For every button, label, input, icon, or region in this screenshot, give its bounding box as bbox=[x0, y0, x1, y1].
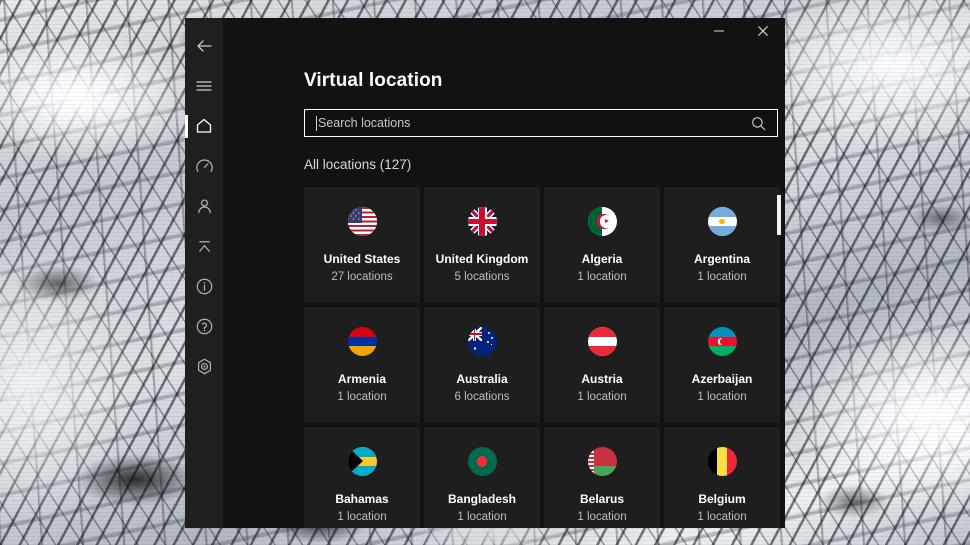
info-circle-icon bbox=[195, 277, 214, 296]
flag-icon-au bbox=[467, 327, 497, 356]
window-titlebar[interactable] bbox=[223, 18, 785, 54]
page-title: Virtual location bbox=[304, 70, 443, 91]
sidebar-item-settings[interactable] bbox=[185, 346, 223, 386]
scrollbar-thumb[interactable] bbox=[777, 195, 781, 235]
search-box[interactable] bbox=[304, 109, 778, 137]
location-tile[interactable]: Armenia 1 location bbox=[304, 307, 420, 423]
sidebar-item-split-tunneling[interactable] bbox=[185, 226, 223, 266]
flag-icon-bs bbox=[347, 447, 377, 476]
location-tile[interactable]: Belgium 1 location bbox=[664, 427, 780, 528]
location-count-label: 1 location bbox=[577, 271, 627, 283]
sidebar-item-menu[interactable] bbox=[185, 66, 223, 106]
flag-icon-us bbox=[347, 207, 377, 236]
sidebar-item-speed-test[interactable] bbox=[185, 146, 223, 186]
location-country-name: Armenia bbox=[337, 372, 387, 386]
flag-icon-am bbox=[347, 327, 377, 356]
search-icon[interactable] bbox=[751, 116, 766, 131]
flag-icon-bd bbox=[467, 447, 497, 476]
sidebar-item-account[interactable] bbox=[185, 186, 223, 226]
content-pane: Virtual location All locations (127) Uni… bbox=[223, 18, 785, 528]
minimize-icon bbox=[713, 24, 725, 42]
vpn-app-window: Virtual location All locations (127) Uni… bbox=[185, 18, 785, 528]
sidebar-item-help[interactable] bbox=[185, 306, 223, 346]
location-country-name: Argentina bbox=[693, 252, 750, 266]
location-tile[interactable]: Austria 1 location bbox=[544, 307, 660, 423]
location-tile[interactable]: Bangladesh 1 location bbox=[424, 427, 540, 528]
locations-grid: United States 27 locations United Kingdom 5… bbox=[304, 187, 780, 528]
question-circle-icon bbox=[195, 317, 214, 336]
location-country-name: United States bbox=[323, 252, 401, 266]
locations-scroll-area: United States 27 locations United Kingdom 5… bbox=[304, 187, 785, 528]
person-icon bbox=[195, 197, 214, 216]
location-count-label: 6 locations bbox=[454, 391, 510, 403]
location-country-name: United Kingdom bbox=[435, 252, 529, 266]
location-tile[interactable]: Algeria 1 location bbox=[544, 187, 660, 303]
section-label: All locations (127) bbox=[304, 157, 412, 172]
location-count-label: 1 location bbox=[577, 511, 627, 523]
location-country-name: Belarus bbox=[579, 492, 625, 506]
flag-icon-be bbox=[707, 447, 737, 476]
location-count-label: 1 location bbox=[457, 511, 507, 523]
location-tile[interactable]: Australia 6 locations bbox=[424, 307, 540, 423]
close-icon bbox=[757, 24, 769, 42]
flag-icon-at bbox=[587, 327, 617, 356]
location-tile[interactable]: Azerbaijan 1 location bbox=[664, 307, 780, 423]
location-count-label: 1 location bbox=[337, 511, 387, 523]
flag-icon-by bbox=[587, 447, 617, 476]
flag-icon-dz bbox=[587, 207, 617, 236]
location-tile[interactable]: Bahamas 1 location bbox=[304, 427, 420, 528]
location-country-name: Austria bbox=[581, 372, 623, 386]
location-tile[interactable]: United States 27 locations bbox=[304, 187, 420, 303]
sidebar-item-back[interactable] bbox=[185, 26, 223, 66]
location-country-name: Bangladesh bbox=[447, 492, 516, 506]
location-count-label: 1 location bbox=[577, 391, 627, 403]
location-count-label: 1 location bbox=[697, 391, 747, 403]
location-tile[interactable]: United Kingdom 5 locations bbox=[424, 187, 540, 303]
scrollbar-track[interactable] bbox=[777, 187, 781, 528]
location-country-name: Algeria bbox=[581, 252, 623, 266]
location-count-label: 1 location bbox=[337, 391, 387, 403]
settings-hex-icon bbox=[195, 357, 214, 376]
location-count-label: 5 locations bbox=[454, 271, 510, 283]
close-button[interactable] bbox=[741, 18, 785, 48]
flag-icon-ar bbox=[707, 207, 737, 236]
location-count-label: 27 locations bbox=[331, 271, 393, 283]
location-count-label: 1 location bbox=[697, 511, 747, 523]
hamburger-menu-icon bbox=[195, 77, 213, 95]
sidebar-item-home[interactable] bbox=[185, 106, 223, 146]
back-arrow-icon bbox=[195, 37, 213, 55]
flag-icon-gb bbox=[467, 207, 497, 236]
sidebar-nav-rail bbox=[185, 18, 223, 528]
location-count-label: 1 location bbox=[697, 271, 747, 283]
sidebar-item-information[interactable] bbox=[185, 266, 223, 306]
search-input[interactable] bbox=[317, 110, 751, 136]
minimize-button[interactable] bbox=[697, 18, 741, 48]
location-country-name: Australia bbox=[456, 372, 508, 386]
location-country-name: Bahamas bbox=[335, 492, 389, 506]
location-tile[interactable]: Argentina 1 location bbox=[664, 187, 780, 303]
speedometer-icon bbox=[195, 157, 214, 176]
split-tunneling-icon bbox=[195, 237, 214, 256]
home-icon bbox=[194, 116, 214, 136]
location-tile[interactable]: Belarus 1 location bbox=[544, 427, 660, 528]
flag-icon-az bbox=[707, 327, 737, 356]
location-country-name: Azerbaijan bbox=[691, 372, 753, 386]
location-country-name: Belgium bbox=[698, 492, 746, 506]
